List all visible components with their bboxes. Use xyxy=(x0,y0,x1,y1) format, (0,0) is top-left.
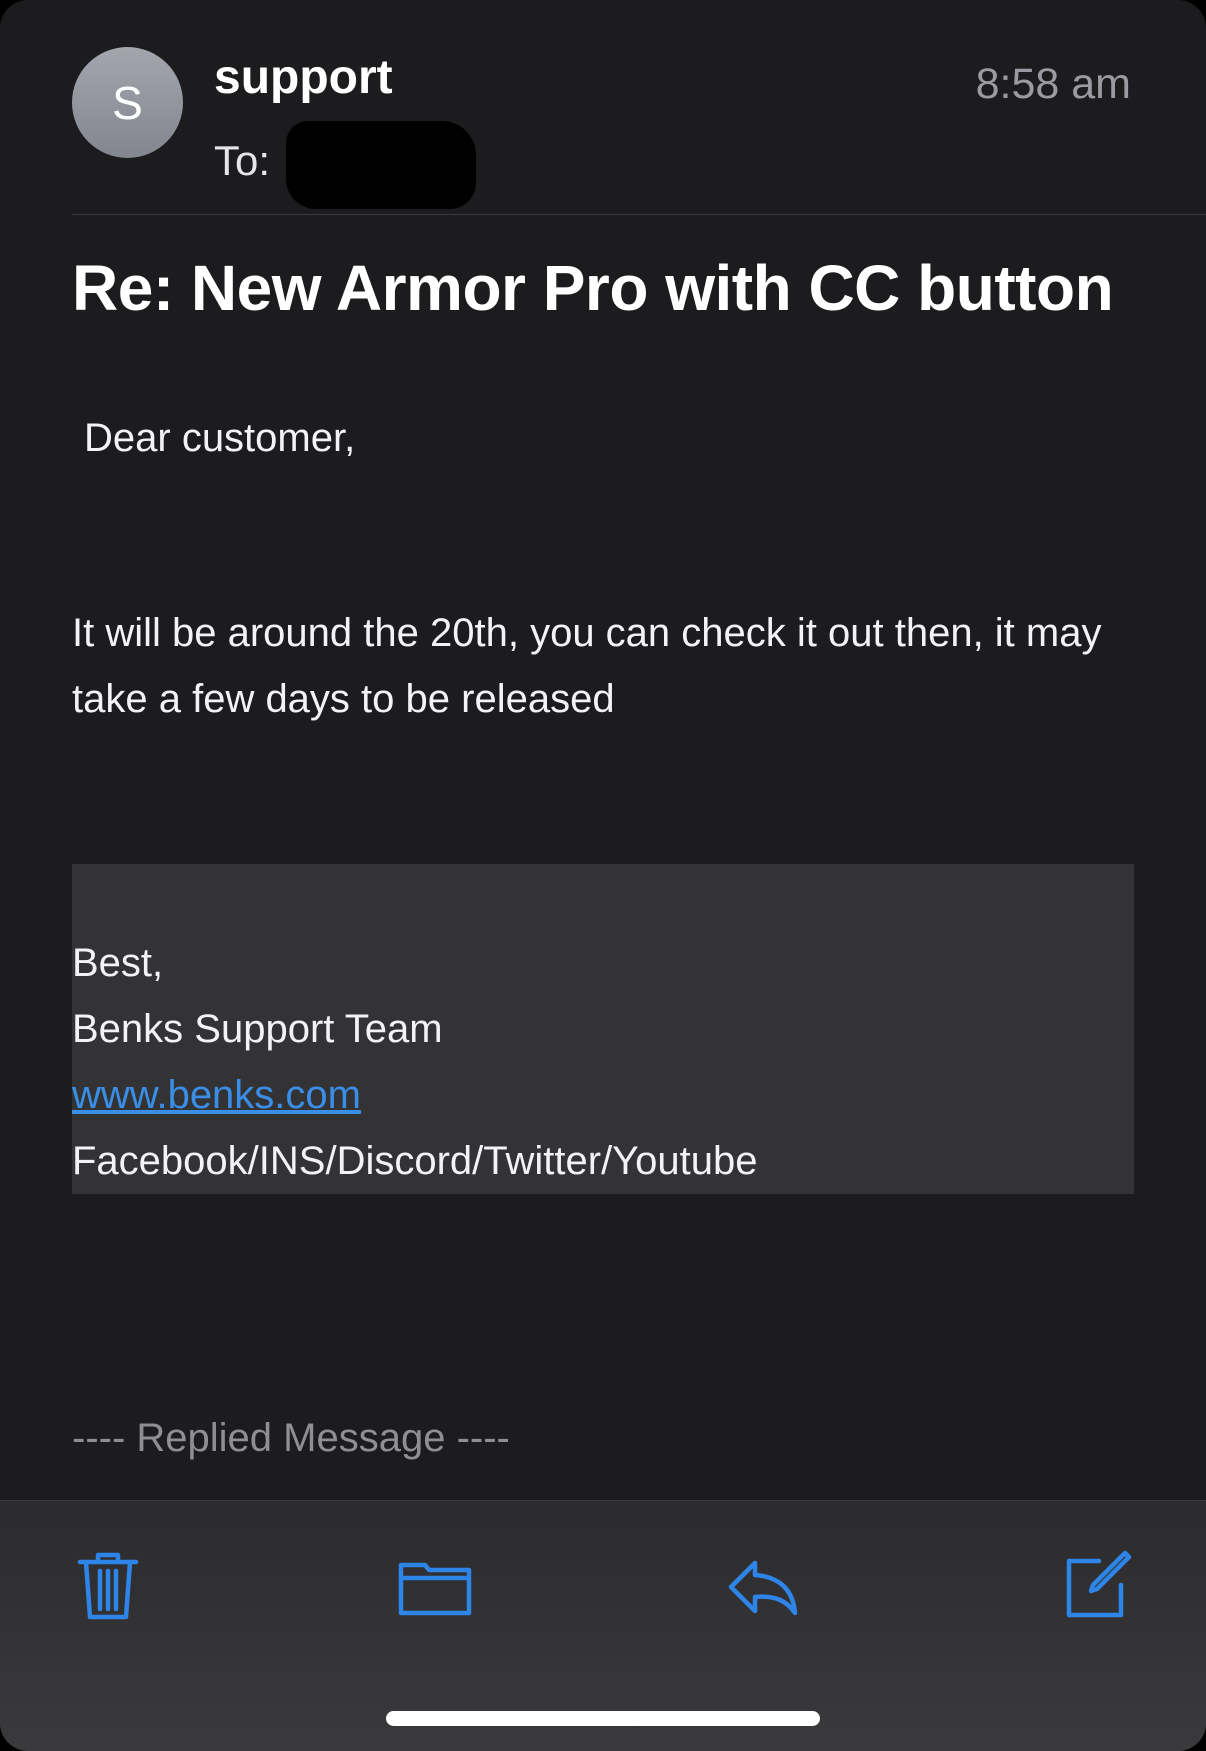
compose-button[interactable] xyxy=(1055,1540,1135,1630)
reply-icon xyxy=(728,1560,798,1616)
recipient-row[interactable]: To: xyxy=(214,113,477,209)
redacted-recipient xyxy=(286,121,477,209)
replied-message-marker: ---- Replied Message ---- xyxy=(72,1416,510,1460)
reply-button[interactable] xyxy=(725,1540,805,1630)
signature-closing: Best, xyxy=(72,941,164,985)
mail-screen: S support To: 8:58 am Re: New Armor Pro … xyxy=(0,0,1206,1751)
folder-icon xyxy=(398,1562,472,1616)
home-indicator[interactable] xyxy=(386,1711,820,1726)
trash-icon xyxy=(77,1552,139,1620)
website-link[interactable]: www.benks.com xyxy=(72,1073,361,1117)
signature-socials: Facebook/INS/Discord/Twitter/Youtube xyxy=(72,1139,758,1183)
sender-name[interactable]: support xyxy=(214,48,393,108)
avatar-initial: S xyxy=(112,76,143,129)
move-to-folder-button[interactable] xyxy=(395,1540,475,1630)
signature-team: Benks Support Team xyxy=(72,1007,443,1051)
compose-icon xyxy=(1066,1550,1132,1618)
signature-block: Best, Benks Support Team www.benks.com F… xyxy=(72,864,1134,1194)
email-paragraph: It will be around the 20th, you can chec… xyxy=(72,611,1102,721)
email-time: 8:58 am xyxy=(975,60,1131,108)
delete-button[interactable] xyxy=(68,1540,148,1630)
header-divider xyxy=(72,214,1206,215)
to-label: To: xyxy=(214,137,271,184)
sender-avatar[interactable]: S xyxy=(72,47,183,158)
email-greeting: Dear customer, xyxy=(84,416,356,460)
email-subject: Re: New Armor Pro with CC button xyxy=(72,252,1114,324)
